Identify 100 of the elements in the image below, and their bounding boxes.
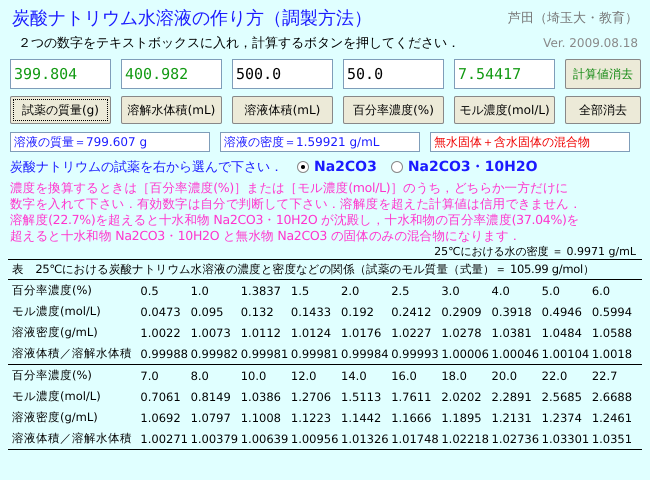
calculate-button[interactable]: モル濃度(mol/L) bbox=[454, 96, 555, 124]
instruction-text: ２つの数字をテキストボックスに入れ，計算するボタンを押してください． bbox=[18, 35, 460, 52]
table-cell: 14.0 bbox=[341, 364, 392, 386]
version-text: Ver. 2009.08.18 bbox=[543, 36, 638, 50]
result-box: 溶液の質量＝799.607 g bbox=[10, 132, 210, 152]
table-cell-text: 0.192 bbox=[341, 304, 375, 320]
table-cell: 22.7 bbox=[592, 364, 642, 386]
table-cell: 8.0 bbox=[190, 364, 241, 386]
table-cell: 22.0 bbox=[542, 364, 592, 386]
table-cell-text: 1.0176 bbox=[341, 324, 382, 342]
table-cell: 1.0 bbox=[190, 280, 241, 301]
table-cell-text: 1.7611 bbox=[391, 388, 432, 406]
result-box: 溶液の密度＝1.59921 g/mL bbox=[220, 132, 420, 152]
table-cell: 1.00956 bbox=[290, 428, 342, 450]
table-cell-text: 1.1895 bbox=[441, 410, 483, 426]
table-cell-text: 1.0112 bbox=[240, 324, 282, 342]
table-cell-text: 0.99982 bbox=[190, 346, 240, 362]
table-cell: 1.3837 bbox=[240, 280, 291, 301]
table-cell: 20.0 bbox=[492, 364, 542, 386]
table-cell: 1.02218 bbox=[441, 428, 492, 450]
table-cell-text: 1.1666 bbox=[391, 410, 432, 426]
table-cell-text: 2.6688 bbox=[592, 388, 634, 406]
table-cell-text: 2.5685 bbox=[542, 388, 583, 406]
table-cell-text: 1.1442 bbox=[341, 410, 382, 426]
table-cell: 6.0 bbox=[592, 280, 642, 301]
page-title: 炭酸ナトリウム水溶液の作り方（調製方法） bbox=[12, 7, 372, 30]
table-cell-text: 1.00046 bbox=[492, 346, 540, 362]
calculate-button[interactable]: 百分率濃度(%) bbox=[343, 96, 444, 124]
table-cell-text: 0.99988 bbox=[140, 346, 189, 362]
table-cell: 16.0 bbox=[391, 364, 442, 386]
table-cell-text: 0.0473 bbox=[140, 304, 182, 320]
table-cell-text: 0.5994 bbox=[592, 304, 634, 320]
table-cell-text: 1.0018 bbox=[592, 346, 634, 362]
table-cell-text: 1.2374 bbox=[542, 410, 583, 426]
table-cell-text: 1.0386 bbox=[240, 388, 282, 406]
table-cell: 12.0 bbox=[290, 364, 342, 386]
input-field[interactable]: 7.54417 bbox=[454, 59, 555, 89]
row-label: 溶液体積／溶解水体積 bbox=[11, 345, 133, 362]
table-cell-text: 0.2412 bbox=[391, 304, 432, 320]
table-cell-text: 0.095 bbox=[190, 304, 224, 320]
table-cell-text: 0.1433 bbox=[290, 304, 332, 320]
table-cell: 0.5 bbox=[140, 280, 191, 301]
input-field[interactable]: 400.982 bbox=[121, 59, 222, 89]
table-cell: 2.5 bbox=[391, 280, 442, 301]
table-cell-text: 1.0022 bbox=[140, 324, 182, 342]
table-cell: 1.01326 bbox=[341, 428, 392, 450]
table-cell-text: 0.2909 bbox=[441, 304, 483, 320]
table-cell-text: 0.4946 bbox=[542, 304, 583, 320]
row-label: 百分率濃度(%) bbox=[8, 364, 140, 386]
table-cell: 3.0 bbox=[441, 280, 492, 301]
reagent-radio[interactable]: Na2CO3 bbox=[297, 159, 377, 175]
table-cell-text: 1.0124 bbox=[290, 324, 332, 342]
table-cell-text: 1.0381 bbox=[492, 324, 533, 342]
reagent-radio[interactable]: Na2CO3・10H2O bbox=[390, 158, 538, 176]
row-label: 溶液密度(g/mL) bbox=[11, 409, 99, 426]
table-cell-text: 1.0227 bbox=[391, 324, 432, 342]
table-cell-text: 1.00104 bbox=[542, 346, 590, 362]
input-field[interactable]: 50.0 bbox=[343, 59, 444, 89]
note-paragraph: 濃度を換算するときは［百分率濃度(%)］または［モル濃度(mol/L)］のうち，どちらか一方だけに 数字を入れて下さい．有効数字は自分で判断して下さい．溶解度を超えた計算値は信用できません． 溶解度(22.7%)を超えると十水和物 Na2CO3・10H2O が沈殿し，十水和物の百分率濃度(37.04%)を 超えると十水和物 Na2CO3・10H2O と無水物 Na2CO3 の固体のみの混合物になります． bbox=[9, 180, 583, 244]
table-cell: 10.0 bbox=[240, 364, 291, 386]
table-caption: 表 25℃における炭酸ナトリウム水溶液の濃度と密度などの関係（試薬のモル質量（式量）＝ 105.99 g/mol） bbox=[8, 259, 642, 279]
calculate-button[interactable]: 全部消去 bbox=[565, 96, 641, 124]
table-cell-text: 1.0484 bbox=[542, 324, 583, 342]
row-label: モル濃度(mol/L) bbox=[11, 388, 102, 405]
table-cell-text: 0.99981 bbox=[290, 346, 340, 362]
input-field[interactable]: 500.0 bbox=[232, 59, 333, 89]
table-cell: 1.0351 bbox=[592, 428, 642, 450]
calculate-button[interactable]: 溶解水体積(mL) bbox=[121, 96, 222, 124]
clear-computed-button[interactable]: 計算値消去 bbox=[565, 59, 641, 89]
table-cell-text: 0.7061 bbox=[140, 388, 182, 406]
row-label: モル濃度(mol/L) bbox=[11, 303, 102, 320]
row-label: 溶液体積／溶解水体積 bbox=[8, 428, 140, 450]
calculate-button[interactable]: 試薬の質量(g) bbox=[10, 96, 111, 124]
table-cell-text: 1.0073 bbox=[190, 324, 232, 342]
table-cell: 18.0 bbox=[441, 364, 492, 386]
table-cell-text: 2.0202 bbox=[441, 388, 483, 406]
table-cell-text: 1.1223 bbox=[290, 410, 332, 426]
reagent-prompt: 炭酸ナトリウムの試薬を右から選んで下さい． bbox=[10, 159, 283, 176]
table-cell: 7.0 bbox=[140, 364, 191, 386]
input-field[interactable]: 399.804 bbox=[10, 59, 111, 89]
table-cell-text: 0.132 bbox=[240, 304, 275, 320]
author-text: 芦田（埼玉大・教育） bbox=[508, 10, 638, 27]
table-cell: 1.02736 bbox=[492, 428, 542, 450]
table-cell: 5.0 bbox=[542, 280, 592, 301]
row-label: 溶液密度(g/mL) bbox=[11, 324, 99, 341]
table-cell-text: 0.8149 bbox=[190, 388, 232, 406]
table-cell-text: 0.99981 bbox=[240, 346, 290, 362]
table-cell-text: 1.2461 bbox=[592, 410, 634, 426]
table-cell-text: 2.2891 bbox=[492, 388, 533, 406]
table-cell: 1.5 bbox=[290, 280, 342, 301]
water-density-text: 25℃における水の密度 ＝ 0.9971 g/mL bbox=[434, 244, 636, 259]
table-cell-text: 0.3918 bbox=[492, 304, 533, 320]
table-cell-text: 1.00006 bbox=[441, 346, 490, 362]
table-cell: 1.01748 bbox=[391, 428, 442, 450]
table-cell: 1.00271 bbox=[140, 428, 191, 450]
table-cell-text: 1.2706 bbox=[290, 388, 332, 406]
table-cell-text: 1.5113 bbox=[341, 388, 382, 406]
result-box: 無水固体＋含水固体の混合物 bbox=[430, 132, 630, 152]
calculate-button[interactable]: 溶液体積(mL) bbox=[232, 96, 333, 124]
table-cell-text: 0.99984 bbox=[341, 346, 390, 362]
